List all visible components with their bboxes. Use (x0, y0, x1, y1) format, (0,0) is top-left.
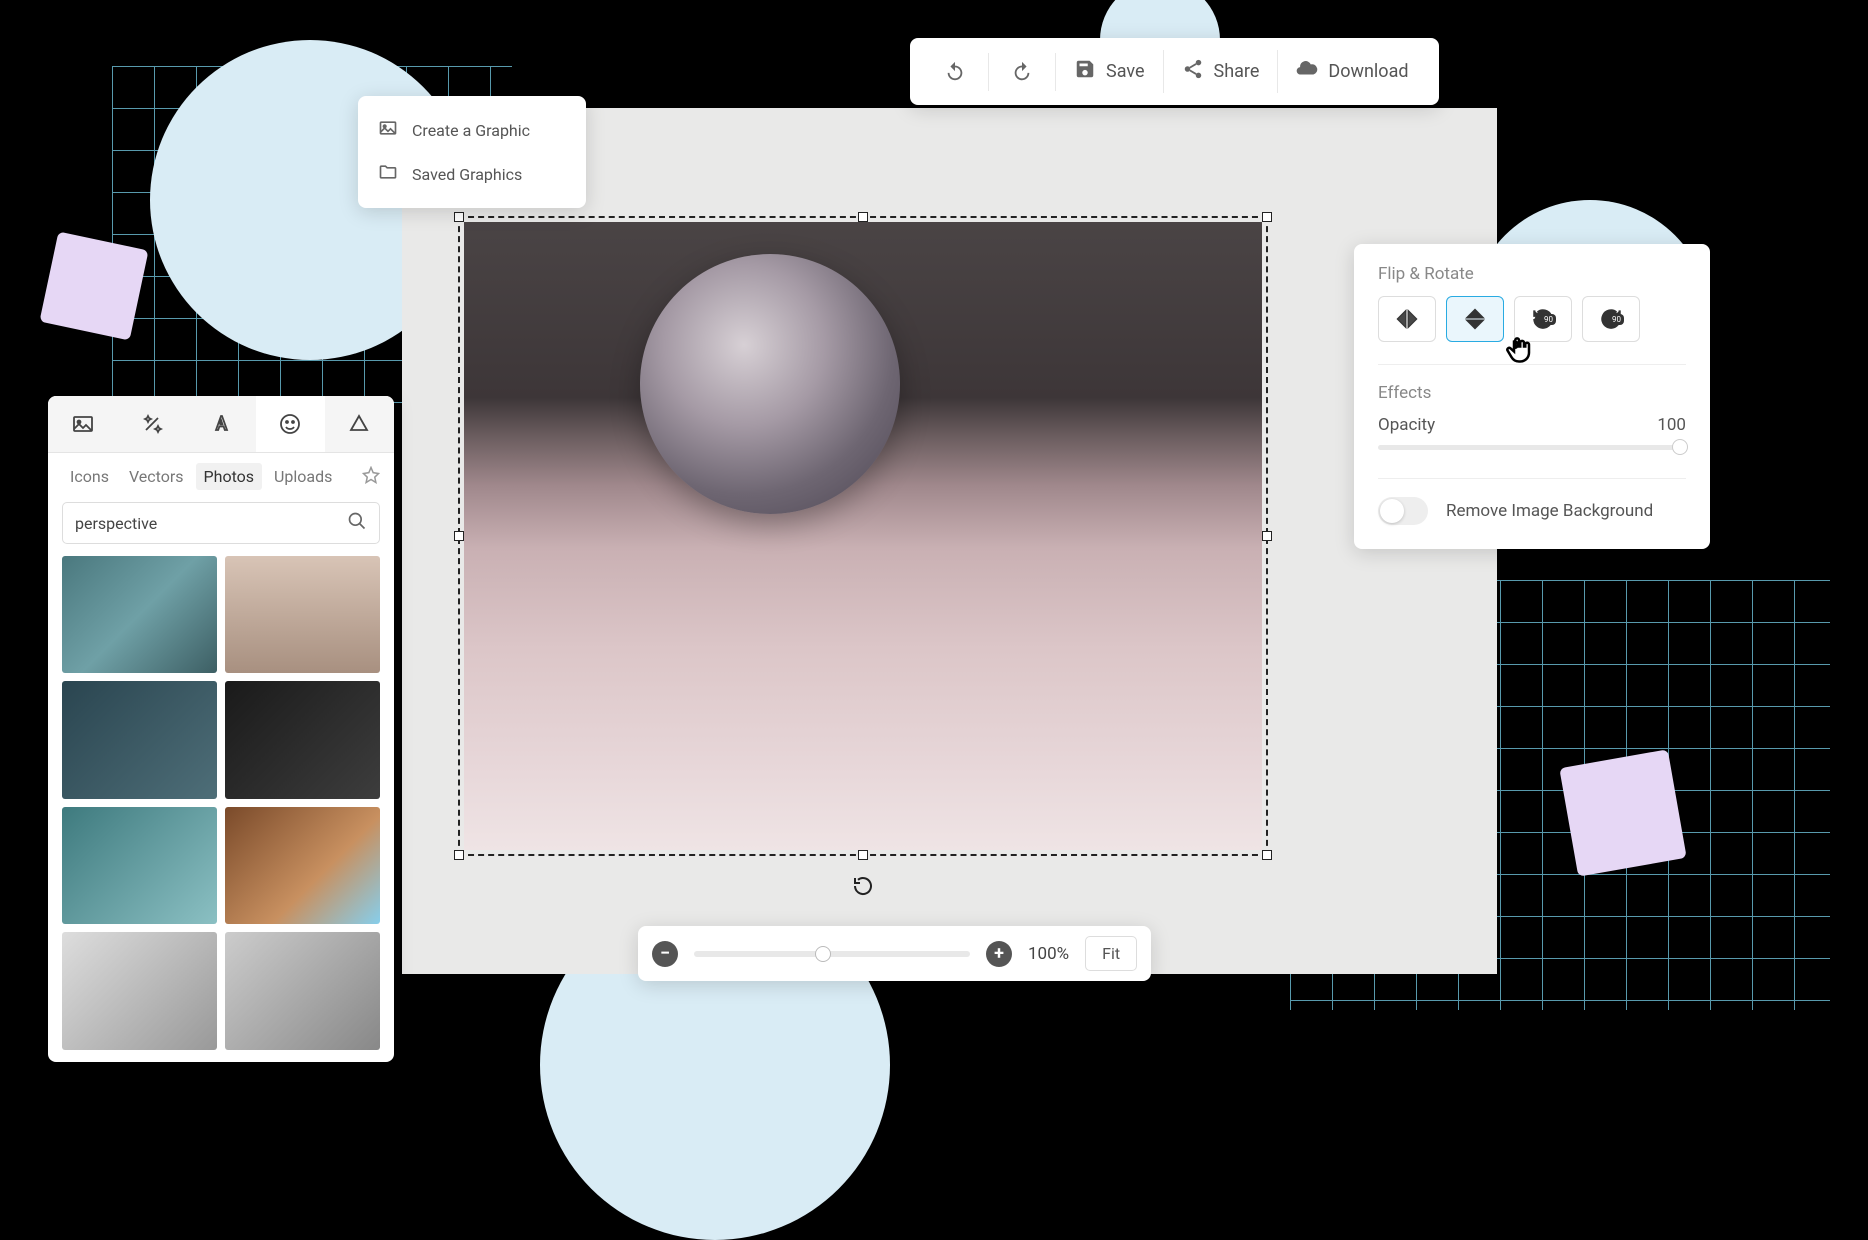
zoom-fit-button[interactable]: Fit (1085, 936, 1137, 971)
resize-handle-tr[interactable] (1262, 212, 1272, 222)
undo-button[interactable] (922, 53, 989, 91)
cursor-pointer-icon (1504, 334, 1534, 364)
assets-sub-tabs: Icons Vectors Photos Uploads (48, 453, 394, 496)
effects-heading: Effects (1378, 383, 1686, 403)
save-button[interactable]: Save (1056, 50, 1164, 93)
create-graphic-label: Create a Graphic (412, 121, 530, 140)
rotate-right-90-button[interactable]: 90 (1582, 296, 1640, 342)
redo-button[interactable] (989, 53, 1056, 91)
asset-thumbnail[interactable] (225, 556, 380, 673)
share-icon (1182, 58, 1204, 85)
flip-vertical-button[interactable] (1446, 296, 1504, 342)
download-button[interactable]: Download (1278, 50, 1426, 93)
resize-handle-t[interactable] (858, 212, 868, 222)
download-label: Download (1328, 61, 1408, 82)
sub-tab-vectors[interactable]: Vectors (121, 463, 192, 490)
search-icon[interactable] (347, 511, 367, 535)
resize-handle-l[interactable] (454, 531, 464, 541)
remove-bg-label: Remove Image Background (1446, 501, 1653, 521)
favorites-star-icon[interactable] (362, 466, 380, 488)
sub-tab-photos[interactable]: Photos (196, 463, 263, 490)
zoom-slider[interactable] (694, 951, 970, 957)
tab-images[interactable] (48, 396, 117, 452)
save-icon (1074, 58, 1096, 85)
zoom-percent-label: 100% (1028, 944, 1069, 964)
remove-bg-toggle[interactable] (1378, 497, 1428, 525)
resize-handle-r[interactable] (1262, 531, 1272, 541)
opacity-value: 100 (1657, 415, 1686, 435)
opacity-label: Opacity (1378, 415, 1435, 435)
asset-thumbnail[interactable] (225, 807, 380, 924)
asset-search-input[interactable] (75, 514, 347, 533)
save-label: Save (1106, 61, 1145, 82)
canvas-image-content (640, 254, 900, 514)
asset-thumbnail[interactable] (225, 932, 380, 1049)
resize-handle-br[interactable] (1262, 850, 1272, 860)
graphic-menu: Create a Graphic Saved Graphics (358, 96, 586, 208)
download-icon (1296, 58, 1318, 85)
resize-handle-tl[interactable] (454, 212, 464, 222)
flip-rotate-heading: Flip & Rotate (1378, 264, 1686, 284)
asset-thumbnail[interactable] (62, 807, 217, 924)
resize-handle-bl[interactable] (454, 850, 464, 860)
asset-thumbnail[interactable] (62, 681, 217, 798)
zoom-thumb[interactable] (815, 946, 831, 962)
tab-emoji[interactable] (256, 396, 325, 452)
asset-thumbnail[interactable] (62, 932, 217, 1049)
assets-panel: Icons Vectors Photos Uploads (48, 396, 394, 1062)
rotate-90-label: 90 (1541, 314, 1556, 325)
asset-thumbnail[interactable] (225, 681, 380, 798)
top-toolbar: Save Share Download (910, 38, 1439, 105)
effects-panel: Flip & Rotate 90 90 Effects Opacity 100 … (1354, 244, 1710, 549)
assets-category-tabs (48, 396, 394, 453)
tab-shapes[interactable] (325, 396, 394, 452)
rotate-90-label: 90 (1609, 314, 1624, 325)
share-label: Share (1214, 61, 1260, 82)
tab-effects[interactable] (117, 396, 186, 452)
rotate-handle[interactable] (849, 872, 877, 900)
asset-search[interactable] (62, 502, 380, 544)
sub-tab-uploads[interactable]: Uploads (266, 463, 340, 490)
saved-graphics-button[interactable]: Saved Graphics (372, 152, 572, 196)
zoom-bar: − + 100% Fit (638, 926, 1151, 981)
create-graphic-button[interactable]: Create a Graphic (372, 108, 572, 152)
saved-graphics-label: Saved Graphics (412, 165, 522, 184)
asset-thumbnail-grid (48, 556, 394, 1050)
flip-horizontal-button[interactable] (1378, 296, 1436, 342)
opacity-slider-thumb[interactable] (1672, 439, 1688, 455)
resize-handle-b[interactable] (858, 850, 868, 860)
folder-icon (378, 162, 398, 186)
sub-tab-icons[interactable]: Icons (62, 463, 117, 490)
zoom-out-button[interactable]: − (652, 941, 678, 967)
image-selection[interactable] (458, 216, 1268, 856)
zoom-in-button[interactable]: + (986, 941, 1012, 967)
tab-text[interactable] (186, 396, 255, 452)
asset-thumbnail[interactable] (62, 556, 217, 673)
share-button[interactable]: Share (1164, 50, 1279, 93)
opacity-slider[interactable] (1378, 445, 1686, 450)
image-icon (378, 118, 398, 142)
